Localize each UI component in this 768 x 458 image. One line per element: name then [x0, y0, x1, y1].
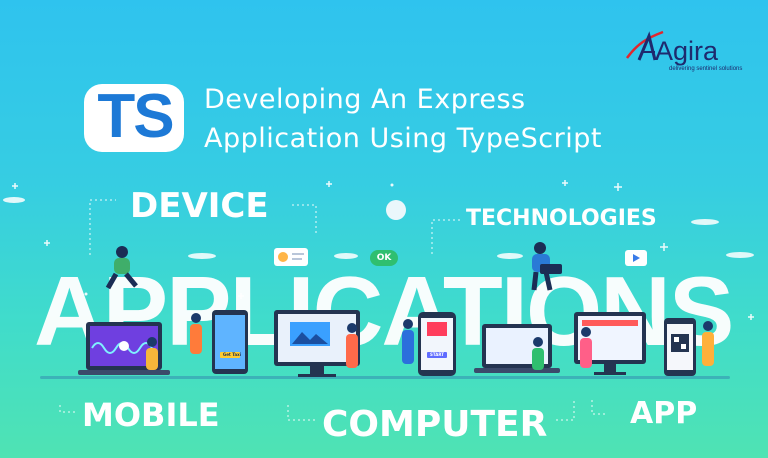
phone-button-label: START	[429, 352, 445, 357]
ok-bubble: OK	[370, 250, 398, 266]
video-bubble-icon	[625, 250, 647, 266]
smartphone-icon	[418, 312, 456, 376]
tablet-icon	[212, 310, 248, 374]
ts-badge-text: TS	[97, 82, 174, 151]
agira-logo: Agira delivering sentinel solutions	[625, 28, 765, 78]
title-line-2: Application Using TypeScript	[204, 123, 602, 154]
label-app: APP	[630, 396, 698, 431]
tablet-button-label: Get Taxi	[222, 352, 242, 357]
chat-bubble-icon	[274, 248, 308, 266]
person-top-left-icon	[105, 246, 138, 290]
laptop-center-icon	[474, 324, 560, 373]
moon-icon	[386, 200, 406, 220]
label-technologies: TECHNOLOGIES	[466, 206, 657, 231]
title-line-1: Developing An Express	[204, 84, 526, 115]
person-top-right-icon	[531, 242, 562, 291]
label-device: DEVICE	[130, 186, 269, 226]
banner: Agira delivering sentinel solutions TS D…	[0, 0, 768, 458]
brand-name: Agira	[655, 36, 719, 66]
label-computer: COMPUTER	[322, 404, 548, 445]
label-mobile: MOBILE	[82, 396, 220, 434]
qr-phone-icon	[664, 318, 696, 376]
brand-tagline: delivering sentinel solutions	[669, 66, 743, 72]
ts-badge: TS	[80, 78, 190, 158]
